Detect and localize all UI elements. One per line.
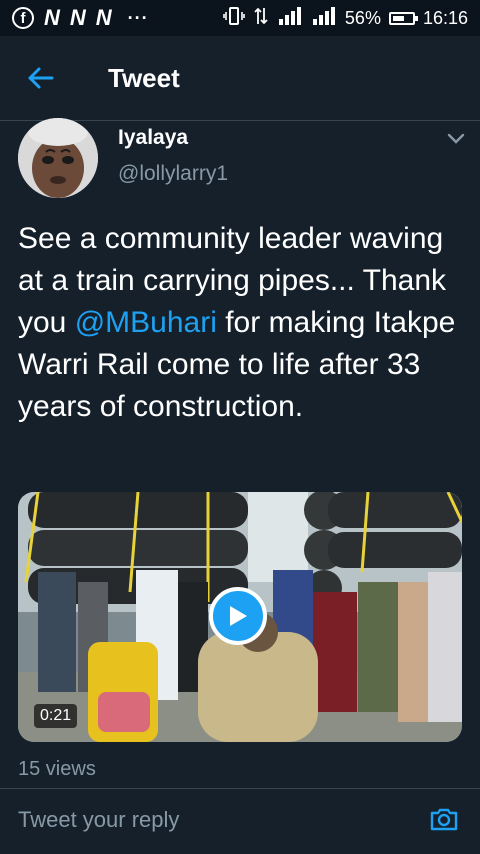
data-transfer-icon	[253, 7, 269, 30]
status-bar-right: 56% 16:16	[223, 6, 468, 30]
reply-input[interactable]	[18, 803, 398, 837]
page-title: Tweet	[108, 62, 180, 93]
video-duration: 0:21	[34, 704, 78, 728]
reply-bar	[0, 788, 480, 854]
battery-percent: 56%	[344, 7, 381, 28]
play-button[interactable]	[209, 587, 267, 645]
status-bar: f N N N ··· 56% 16:16	[0, 0, 480, 36]
signal-icon	[277, 6, 303, 30]
battery-icon	[388, 11, 418, 25]
video-thumbnail[interactable]: 0:21	[18, 492, 462, 742]
signal-icon	[311, 6, 337, 30]
avatar[interactable]	[18, 118, 98, 198]
tweet-header: Tweet	[0, 36, 480, 121]
view-count: 15 views	[18, 758, 96, 780]
camera-icon[interactable]	[428, 803, 460, 835]
vibrate-icon	[223, 6, 245, 30]
author-name[interactable]: Iyalaya	[118, 126, 188, 150]
clock: 16:16	[422, 7, 468, 28]
mention-link[interactable]: @MBuhari	[75, 306, 217, 339]
tweet-text: See a community leader waving at a train…	[18, 218, 468, 428]
tweet-author: Iyalaya @lollylarry1	[18, 118, 468, 198]
facebook-icon: f	[12, 7, 34, 29]
n-icon: N	[69, 5, 86, 30]
play-icon	[230, 606, 247, 626]
author-handle[interactable]: @lollylarry1	[118, 162, 228, 186]
more-notifications-icon: ···	[127, 7, 149, 28]
n-icon: N	[44, 5, 60, 30]
back-button[interactable]	[10, 36, 70, 120]
chevron-down-icon[interactable]	[444, 126, 468, 150]
arrow-left-icon	[28, 67, 54, 89]
n-icon: N	[95, 5, 112, 30]
status-bar-left: f N N N ···	[12, 5, 149, 31]
